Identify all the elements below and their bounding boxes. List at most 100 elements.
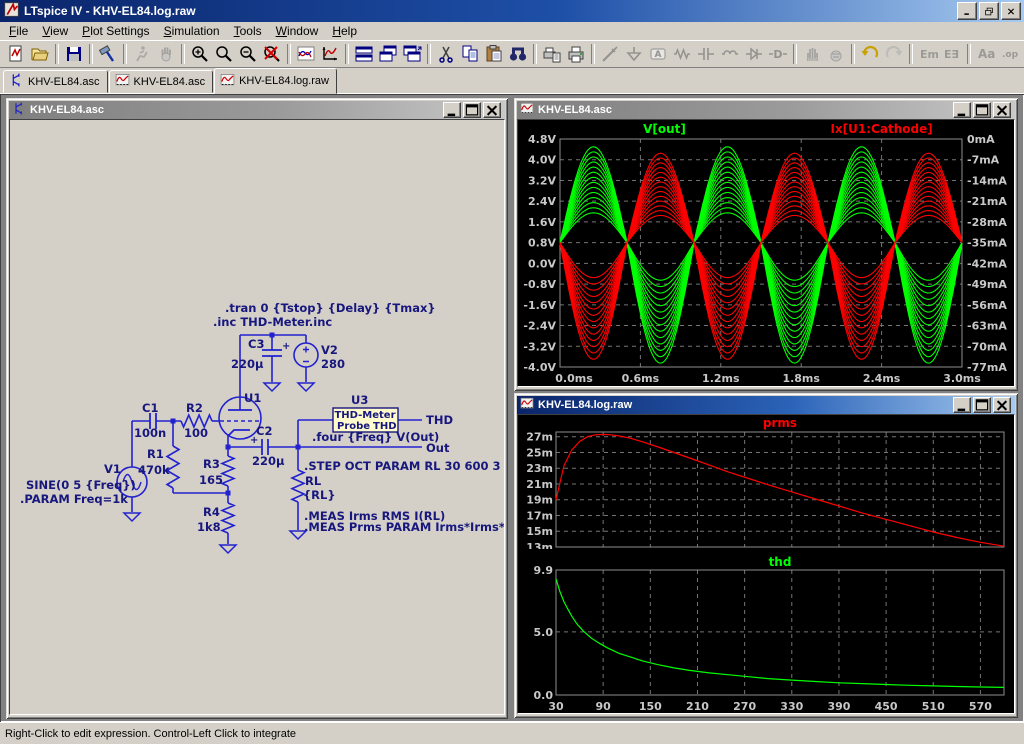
log-window-titlebar[interactable]: KHV-EL84.log.raw: [517, 396, 1015, 414]
print-preview-button[interactable]: [540, 43, 564, 66]
run-button[interactable]: [130, 43, 154, 66]
schematic-label[interactable]: .MEAS Prms PARAM Irms*Irms*RL: [304, 520, 504, 534]
new-schematic-button[interactable]: [4, 43, 28, 66]
waveform-minimize-button[interactable]: [953, 102, 971, 118]
thd-legend[interactable]: thd: [769, 555, 792, 569]
save-button[interactable]: [62, 43, 86, 66]
schematic-label[interactable]: .STEP OCT PARAM RL 30 600 3: [304, 459, 501, 473]
schematic-label[interactable]: .inc THD-Meter.inc: [213, 315, 332, 329]
schematic-label[interactable]: 470k: [138, 463, 170, 477]
capacitor-button[interactable]: [694, 43, 718, 66]
schematic-label[interactable]: RL: [305, 474, 322, 488]
schematic-label[interactable]: .four {Freq} V(Out): [312, 430, 439, 444]
schematic-close-button[interactable]: [483, 102, 501, 118]
wave-legend-icathode[interactable]: Ix[U1:Cathode]: [830, 122, 932, 136]
close-button[interactable]: [1001, 2, 1021, 20]
schematic-label[interactable]: V2: [321, 343, 338, 357]
paste-button[interactable]: [482, 43, 506, 66]
rotate-button[interactable]: E∃: [940, 43, 964, 66]
find-button[interactable]: [506, 43, 530, 66]
waveform-close-button[interactable]: [993, 102, 1011, 118]
schematic-label[interactable]: 1k8: [197, 520, 221, 534]
schematic-label[interactable]: 220µ: [231, 357, 264, 371]
schematic-canvas[interactable]: .tran 0 {Tstop} {Delay} {Tmax}.inc THD-M…: [9, 119, 505, 715]
menu-simulation[interactable]: Simulation: [157, 22, 227, 40]
schematic-label[interactable]: V1: [104, 462, 121, 476]
zoom-area-button[interactable]: [212, 43, 236, 66]
control-panel-button[interactable]: [96, 43, 120, 66]
schematic-label[interactable]: R1: [147, 447, 164, 461]
log-maximize-button[interactable]: [973, 397, 991, 413]
schematic-label[interactable]: Out: [426, 441, 450, 455]
schematic-label[interactable]: R4: [203, 505, 220, 519]
schematic-label[interactable]: C3: [248, 337, 264, 351]
schematic-label[interactable]: C1: [142, 401, 158, 415]
schematic-label[interactable]: R3: [203, 457, 220, 471]
tile-windows-button[interactable]: [352, 43, 376, 66]
cut-button[interactable]: [434, 43, 458, 66]
menu-view[interactable]: View: [35, 22, 75, 40]
log-minimize-button[interactable]: [953, 397, 971, 413]
wave-legend-vout[interactable]: V[out]: [643, 122, 686, 136]
resistor-button[interactable]: [670, 43, 694, 66]
mirror-button[interactable]: Em: [916, 43, 940, 66]
log-close-button[interactable]: [993, 397, 1011, 413]
inductor-button[interactable]: [718, 43, 742, 66]
schematic-label[interactable]: U3: [351, 393, 368, 407]
redo-button[interactable]: [882, 43, 906, 66]
spice-directive-button[interactable]: .op: [998, 43, 1022, 66]
restore-button[interactable]: [979, 2, 999, 20]
zoom-in-button[interactable]: [188, 43, 212, 66]
copy-button[interactable]: [458, 43, 482, 66]
menu-help[interactable]: Help: [325, 22, 364, 40]
schematic-label[interactable]: U1: [244, 391, 261, 405]
diode-button[interactable]: [742, 43, 766, 66]
minimize-button[interactable]: [957, 2, 977, 20]
undo-button[interactable]: [858, 43, 882, 66]
plot-settings-button[interactable]: [318, 43, 342, 66]
schematic-label[interactable]: 165: [199, 473, 223, 487]
schematic-label[interactable]: +: [250, 435, 258, 446]
schematic-label[interactable]: C2: [256, 424, 272, 438]
menu-plot-settings[interactable]: Plot Settings: [75, 22, 156, 40]
autorange-y-button[interactable]: [294, 43, 318, 66]
schematic-label[interactable]: THD-Meter: [334, 410, 395, 421]
menu-window[interactable]: Window: [269, 22, 326, 40]
net-label-button[interactable]: A: [646, 43, 670, 66]
resistor-R4[interactable]: [222, 503, 234, 533]
tab-khv-el84.asc-1[interactable]: KHV-EL84.asc: [109, 70, 214, 93]
waveform-window-titlebar[interactable]: KHV-EL84.asc: [517, 101, 1015, 119]
title-bar[interactable]: LTspice IV - KHV-EL84.log.raw: [0, 0, 1024, 22]
wire-button[interactable]: [598, 43, 622, 66]
open-button[interactable]: [28, 43, 52, 66]
resistor-R3[interactable]: [222, 456, 234, 486]
schematic-label[interactable]: {RL}: [303, 488, 336, 502]
tab-khv-el84.log.raw-2[interactable]: KHV-EL84.log.raw: [214, 68, 337, 94]
schematic-maximize-button[interactable]: [463, 102, 481, 118]
menu-tools[interactable]: Tools: [227, 22, 269, 40]
arrange-icons-button[interactable]: [400, 43, 424, 66]
ground-button[interactable]: [622, 43, 646, 66]
zoom-out-button[interactable]: [236, 43, 260, 66]
drag-button[interactable]: [824, 43, 848, 66]
schematic-label[interactable]: .tran 0 {Tstop} {Delay} {Tmax}: [225, 301, 436, 315]
waveform-maximize-button[interactable]: [973, 102, 991, 118]
schematic-window-titlebar[interactable]: KHV-EL84.asc: [9, 101, 505, 119]
schematic-minimize-button[interactable]: [443, 102, 461, 118]
text-button[interactable]: Aa: [974, 43, 998, 66]
component-button[interactable]: D: [766, 43, 790, 66]
move-button[interactable]: [800, 43, 824, 66]
log-plot-area[interactable]: prms27m25m23m21m19m17m15m13m thd30901502…: [517, 414, 1015, 714]
schematic-label[interactable]: THD: [426, 413, 453, 427]
schematic-label[interactable]: 280: [321, 357, 345, 371]
halt-button[interactable]: [154, 43, 178, 66]
zoom-full-extents-button[interactable]: [260, 43, 284, 66]
schematic-label[interactable]: SINE(0 5 {Freq}): [26, 478, 136, 492]
schematic-label[interactable]: R2: [186, 401, 203, 415]
schematic-label[interactable]: 100n: [134, 426, 166, 440]
schematic-label[interactable]: +: [282, 341, 290, 352]
menu-file[interactable]: File: [2, 22, 35, 40]
schematic-label[interactable]: 220µ: [252, 454, 285, 468]
tab-khv-el84.asc[interactable]: KHV-EL84.asc: [3, 70, 108, 93]
cascade-windows-button[interactable]: [376, 43, 400, 66]
